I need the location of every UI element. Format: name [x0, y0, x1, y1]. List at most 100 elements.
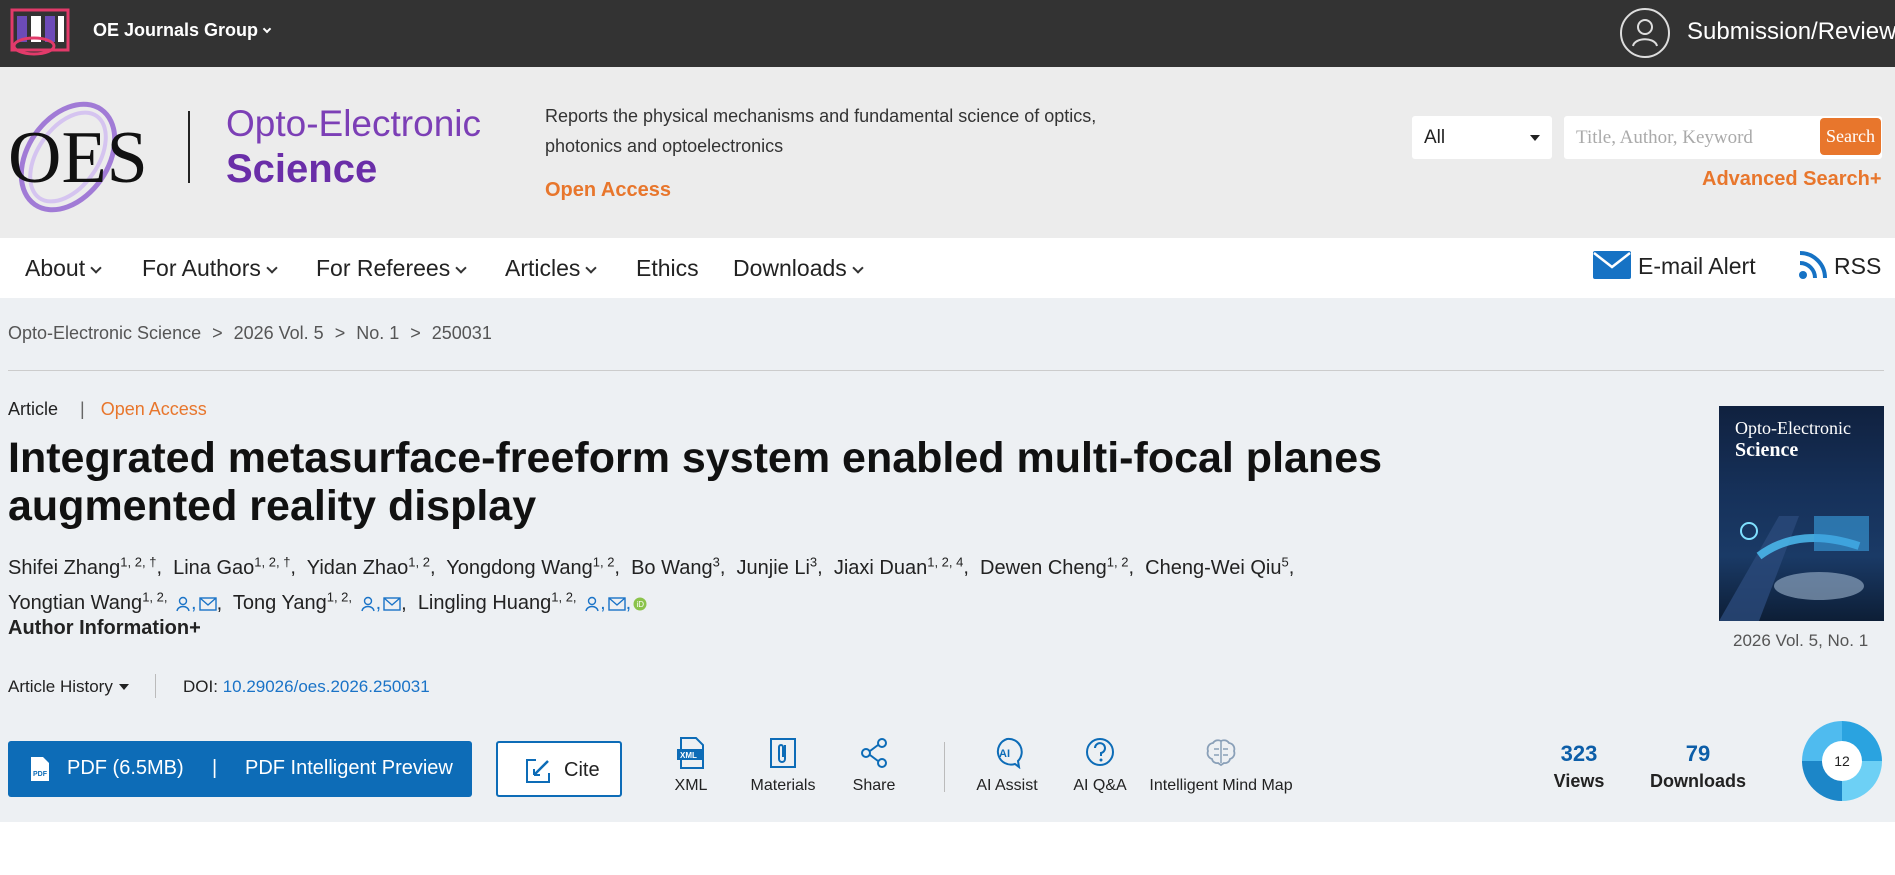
email-icon[interactable] — [198, 597, 217, 611]
cover-artwork — [1719, 516, 1869, 621]
share-tool[interactable]: Share — [852, 737, 896, 795]
xml-file-icon: XML — [677, 737, 704, 769]
author[interactable]: Junjie Li3 — [737, 554, 818, 579]
downloads-label: Downloads — [1649, 771, 1746, 791]
user-account-icon[interactable] — [1620, 8, 1670, 58]
brand-divider — [188, 111, 190, 183]
caret-down-icon — [118, 684, 129, 690]
author[interactable]: Jiaxi Duan1, 2, 4 — [834, 554, 964, 579]
breadcrumb: Opto-Electronic Science >2026 Vol. 5 > No. … — [8, 323, 492, 343]
downloads-count: 79 — [1685, 741, 1711, 766]
main-nav: About For Authors For Referees Articles … — [0, 238, 1895, 298]
nav-about[interactable]: About — [25, 255, 102, 282]
journal-cover-image[interactable]: Opto-Electronic Science — [1719, 406, 1884, 621]
nav-ethics[interactable]: Ethics — [636, 255, 699, 282]
cover-caption: 2026 Vol. 5, No. 1 — [1733, 631, 1869, 650]
top-bar: OE Journals Group Submission/Review — [0, 0, 1895, 67]
svg-text:iD: iD — [637, 600, 645, 609]
share-icon — [861, 738, 887, 768]
materials-tool[interactable]: Materials — [748, 737, 818, 795]
email-icon[interactable] — [607, 597, 626, 611]
article-title: Integrated metasurface-freeform system e… — [8, 434, 1383, 530]
divider — [155, 674, 156, 698]
cite-button[interactable]: Cite — [496, 741, 622, 797]
svg-text:XML: XML — [680, 751, 697, 760]
breadcrumb-article: 250031 — [431, 323, 492, 343]
divider — [8, 370, 1884, 371]
open-access-label: Open Access — [545, 179, 671, 201]
breadcrumb-volume[interactable]: 2026 Vol. 5 — [234, 323, 324, 343]
author[interactable]: Bo Wang3 — [631, 554, 720, 579]
author[interactable]: Lingling Huang1, 2, ,, iD — [418, 590, 647, 614]
author-information-toggle[interactable]: Author Information+ — [8, 617, 201, 640]
pdf-file-icon: PDF — [31, 757, 49, 781]
views-label: Views — [1553, 771, 1605, 791]
oes-logo[interactable]: OES — [8, 87, 158, 217]
altmetric-score: 12 — [1822, 741, 1862, 781]
altmetric-badge[interactable]: 12 — [1802, 721, 1882, 801]
chevron-down-icon — [852, 262, 864, 274]
open-access-badge: Open Access — [100, 399, 207, 419]
nav-for-authors[interactable]: For Authors — [142, 255, 278, 282]
oe-journals-logo[interactable] — [10, 6, 70, 58]
author[interactable]: Dewen Cheng1, 2 — [980, 554, 1128, 579]
rss-link[interactable]: RSS — [1798, 251, 1881, 283]
chevron-down-icon — [455, 262, 467, 274]
rss-icon — [1799, 251, 1827, 279]
email-alert-link[interactable]: E-mail Alert — [1592, 251, 1756, 283]
chevron-down-icon — [90, 262, 102, 274]
person-icon[interactable] — [584, 596, 600, 612]
envelope-icon — [1593, 251, 1631, 279]
svg-text:OES: OES — [8, 117, 148, 199]
author-list: Shifei Zhang1, 2, †, Lina Gao1, 2, †, Yi… — [8, 554, 1295, 615]
mind-map-tool[interactable]: Intelligent Mind Map — [1147, 737, 1295, 795]
edit-icon — [526, 759, 550, 783]
author[interactable]: Lina Gao1, 2, † — [173, 554, 290, 579]
author[interactable]: Tong Yang1, 2, , — [233, 590, 401, 614]
author[interactable]: Shifei Zhang1, 2, † — [8, 554, 156, 579]
pdf-intelligent-preview-button[interactable]: PDF Intelligent Preview — [245, 757, 453, 780]
doi-link[interactable]: 10.29026/oes.2026.250031 — [223, 677, 430, 696]
pdf-download-button[interactable]: PDF PDF (6.5MB) | PDF Intelligent Previe… — [8, 741, 472, 797]
search-scope-select[interactable]: All — [1412, 116, 1552, 159]
article-history-toggle[interactable]: Article History — [8, 677, 129, 697]
email-icon[interactable] — [383, 597, 401, 611]
advanced-search-link[interactable]: Advanced Search+ — [1702, 168, 1882, 191]
views-stat: 323 Views — [1549, 741, 1609, 792]
journal-title-line1: Opto-Electronic — [226, 103, 481, 144]
brain-icon — [1206, 739, 1236, 767]
ai-assist-tool[interactable]: AI AI Assist — [974, 737, 1040, 795]
svg-text:PDF: PDF — [33, 771, 48, 778]
author[interactable]: Yidan Zhao1, 2 — [307, 554, 430, 579]
nav-for-referees[interactable]: For Referees — [316, 255, 467, 282]
search-button[interactable]: Search — [1820, 118, 1881, 155]
doi: DOI: 10.29026/oes.2026.250031 — [183, 677, 430, 696]
author[interactable]: Yongdong Wang1, 2 — [446, 554, 614, 579]
downloads-stat: 79 Downloads — [1648, 741, 1748, 792]
orcid-icon[interactable]: iD — [633, 597, 647, 611]
submission-review-link[interactable]: Submission/Review — [1687, 18, 1895, 46]
paperclip-file-icon — [770, 738, 796, 768]
views-count: 323 — [1560, 741, 1598, 766]
journal-tagline: Reports the physical mechanisms and fund… — [545, 106, 1097, 156]
journal-header: OES Opto-Electronic Science Reports the … — [0, 67, 1895, 238]
ai-qa-tool[interactable]: AI Q&A — [1071, 737, 1129, 795]
person-icon[interactable] — [175, 596, 191, 612]
journals-group-menu[interactable]: OE Journals Group — [93, 20, 272, 41]
caret-down-icon — [1530, 135, 1540, 141]
journal-title-line2: Science — [226, 147, 378, 191]
breadcrumb-journal[interactable]: Opto-Electronic Science — [8, 323, 201, 343]
article-type-line: Article | Open Access — [8, 399, 207, 419]
author[interactable]: Cheng-Wei Qiu5 — [1145, 554, 1289, 579]
article-main: Opto-Electronic Science >2026 Vol. 5 > No. … — [0, 298, 1895, 822]
nav-downloads[interactable]: Downloads — [733, 255, 864, 282]
chevron-down-icon — [266, 262, 278, 274]
svg-text:AI: AI — [999, 748, 1010, 760]
person-icon — [1632, 19, 1658, 47]
chevron-down-icon — [585, 262, 598, 274]
author[interactable]: Yongtian Wang1, 2, , — [8, 590, 217, 614]
person-icon[interactable] — [360, 596, 376, 612]
xml-tool[interactable]: XML XML — [674, 737, 708, 795]
nav-articles[interactable]: Articles — [505, 255, 598, 282]
breadcrumb-issue[interactable]: No. 1 — [356, 323, 399, 343]
